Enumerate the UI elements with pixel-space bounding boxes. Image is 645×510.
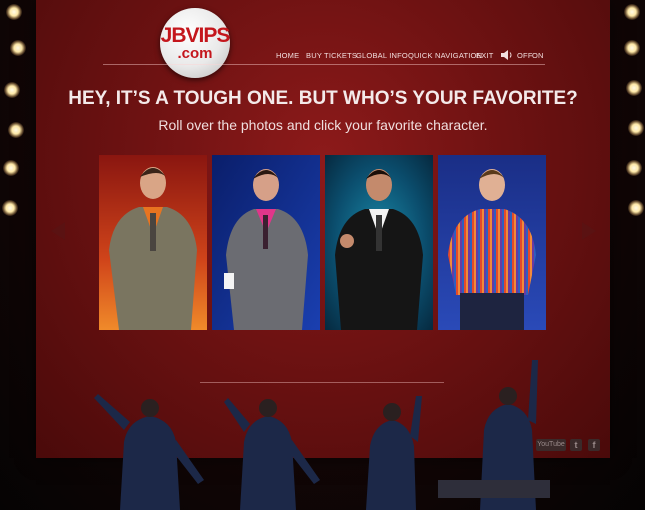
nav-buy-tickets[interactable]: BUY TICKETS bbox=[306, 51, 357, 63]
striped-shirt-character-icon bbox=[438, 155, 546, 330]
performers-silhouette-icon bbox=[94, 360, 550, 510]
marquee-bulb bbox=[10, 40, 26, 56]
logo-text-main: JBVIPS bbox=[160, 24, 231, 47]
next-arrow-icon[interactable] bbox=[581, 221, 597, 241]
facebook-icon[interactable]: f bbox=[588, 439, 600, 451]
marquee-bulb bbox=[2, 200, 18, 216]
marquee-bulb bbox=[3, 160, 19, 176]
character-photo-2[interactable] bbox=[212, 155, 320, 330]
speaker-icon bbox=[501, 50, 512, 60]
nav-exit[interactable]: EXIT bbox=[476, 51, 493, 63]
marquee-bulb bbox=[6, 4, 22, 20]
youtube-link[interactable]: YouTube bbox=[536, 439, 566, 451]
marquee-bulb bbox=[628, 200, 644, 216]
black-suit-character-icon bbox=[325, 155, 433, 330]
marquee-bulb bbox=[626, 80, 642, 96]
character-photo-1[interactable] bbox=[99, 155, 207, 330]
sound-on-toggle[interactable]: ON bbox=[532, 51, 544, 63]
previous-arrow-icon[interactable] bbox=[50, 221, 66, 241]
marquee-bulb bbox=[624, 40, 640, 56]
nav-home[interactable]: HOME bbox=[276, 51, 299, 63]
character-photo-4[interactable] bbox=[438, 155, 546, 330]
grey-suit-character-icon bbox=[99, 155, 207, 330]
jbvips-logo[interactable]: JBVIPS .com bbox=[160, 8, 230, 78]
logo-text-domain: .com bbox=[177, 45, 213, 62]
pink-shirt-character-icon bbox=[212, 155, 320, 330]
marquee-bulb bbox=[4, 82, 20, 98]
nav-quick-navigation[interactable]: QUICK NAVIGATION bbox=[408, 51, 482, 63]
marquee-bulb bbox=[624, 4, 640, 20]
marquee-bulb bbox=[8, 122, 24, 138]
marquee-bulb bbox=[626, 160, 642, 176]
nav-global-info[interactable]: GLOBAL INFO bbox=[356, 51, 408, 63]
page-headline: HEY, IT’S A TOUGH ONE. BUT WHO’S YOUR FA… bbox=[68, 88, 578, 109]
twitter-icon[interactable]: t bbox=[570, 439, 582, 451]
marquee-bulb bbox=[628, 120, 644, 136]
nav-divider bbox=[103, 64, 545, 65]
page-subheadline: Roll over the photos and click your favo… bbox=[158, 117, 488, 133]
character-photo-3[interactable] bbox=[325, 155, 433, 330]
sound-off-toggle[interactable]: OFF bbox=[517, 51, 533, 63]
